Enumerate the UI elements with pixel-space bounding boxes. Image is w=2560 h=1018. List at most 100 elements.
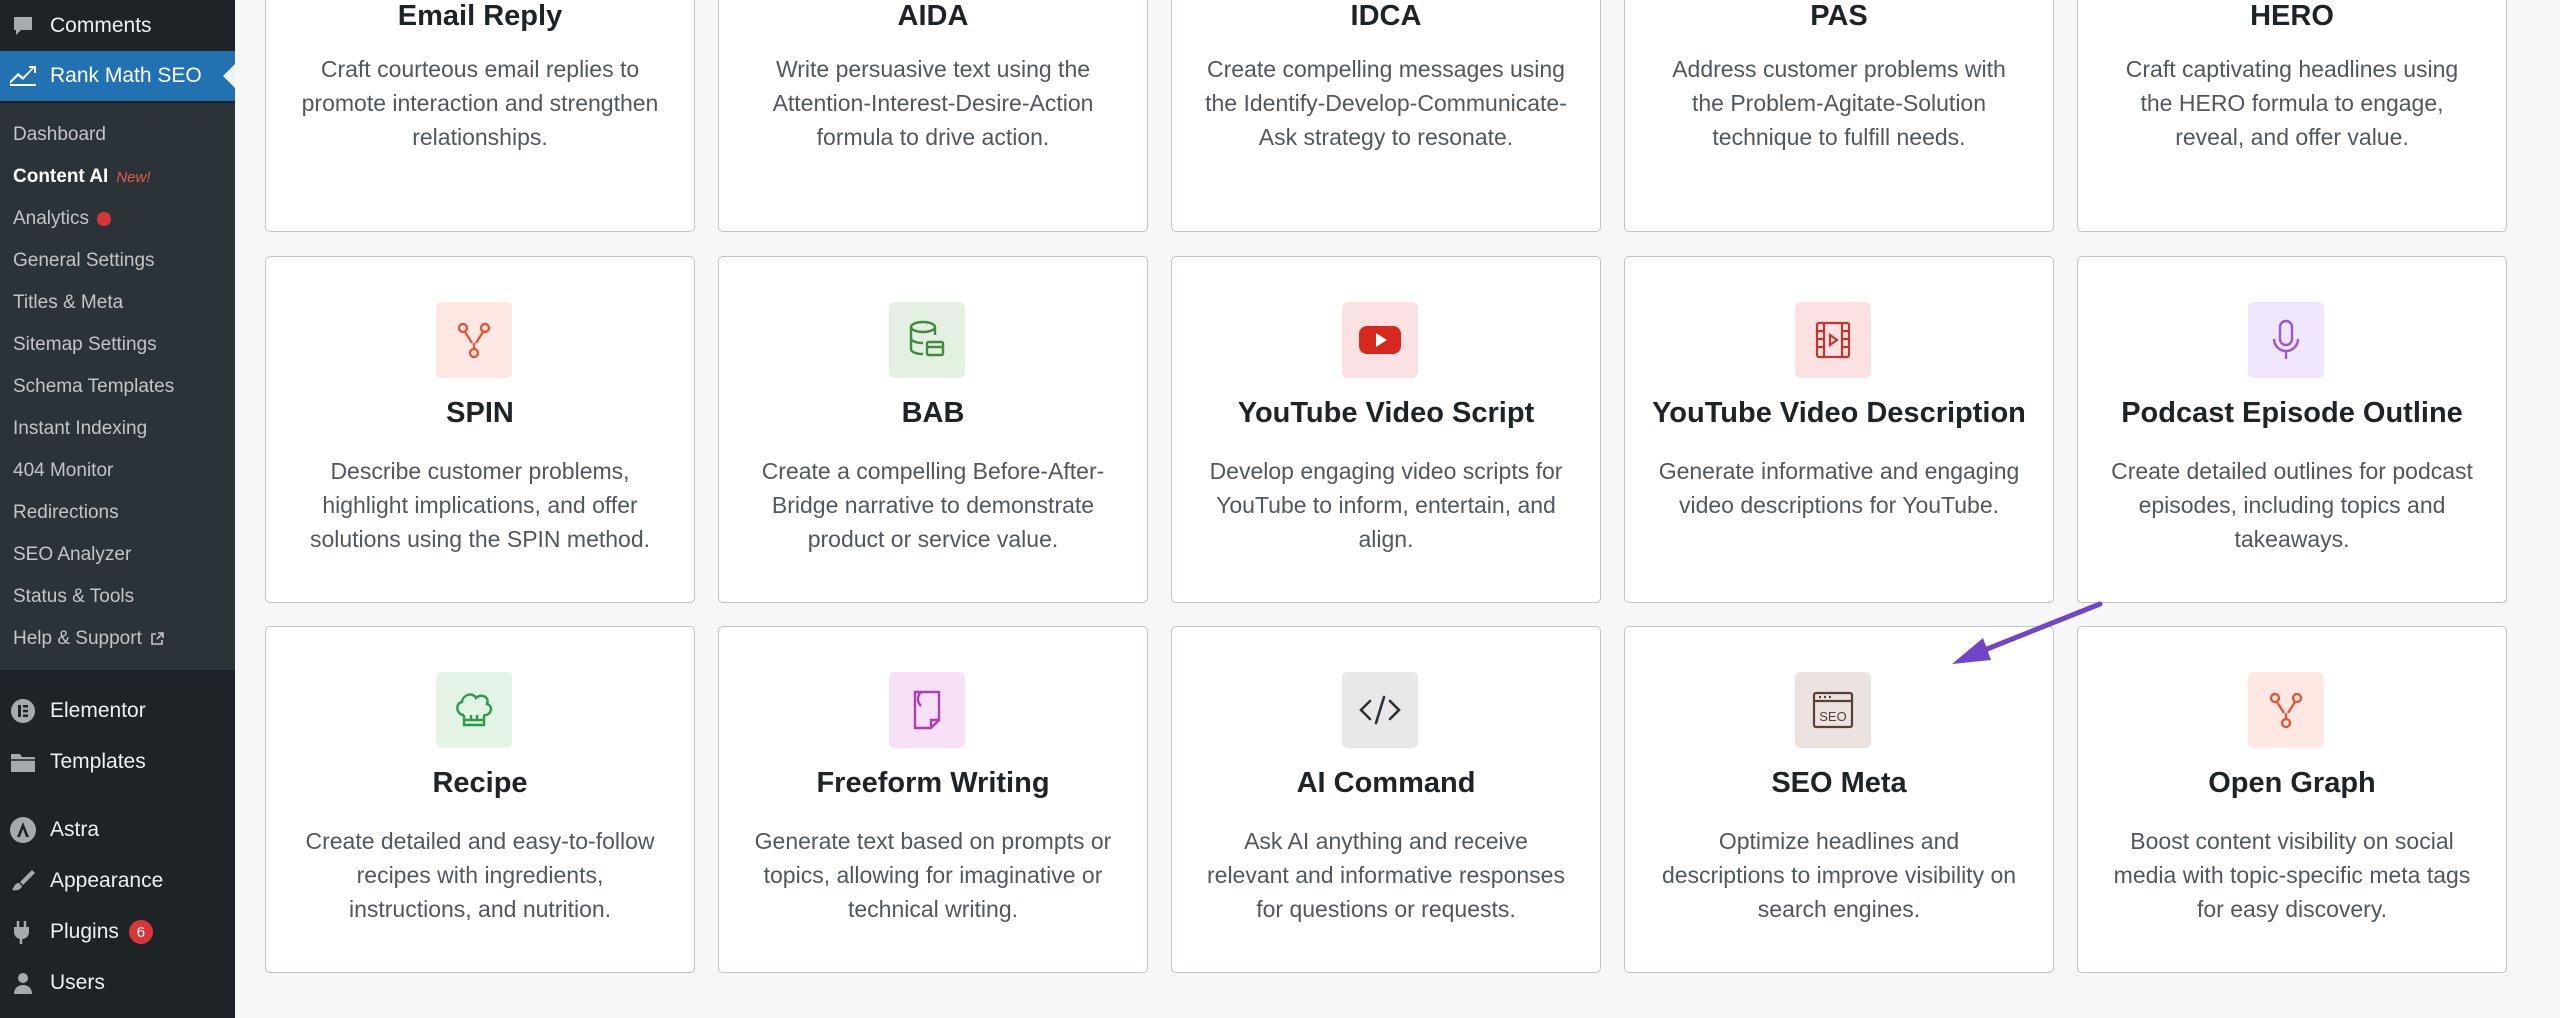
submenu-label: Analytics — [13, 208, 90, 229]
menu-appearance[interactable]: Appearance — [0, 856, 235, 906]
submenu-redirections[interactable]: Redirections — [13, 492, 119, 534]
submenu-label: Instant Indexing — [13, 418, 148, 439]
menu-plugins-label: Plugins — [50, 920, 119, 943]
card-title: SEO Meta — [1771, 767, 1907, 799]
menu-comments[interactable]: Comments — [0, 1, 235, 51]
tool-card-bab[interactable]: BAB Create a compelling Before-After-Bri… — [718, 256, 1148, 603]
menu-rank-math-label: Rank Math SEO — [50, 64, 202, 87]
submenu-label: 404 Monitor — [13, 460, 114, 481]
card-description: Craft courteous email replies to promote… — [301, 56, 659, 150]
menu-users-label: Users — [50, 971, 105, 994]
card-title: AI Command — [1296, 767, 1476, 799]
submenu-schema-templates[interactable]: Schema Templates — [13, 366, 174, 408]
tool-card-recipe[interactable]: Recipe Create detailed and easy-to-follo… — [265, 626, 695, 973]
branch-icon — [436, 302, 512, 378]
menu-templates-label: Templates — [50, 750, 146, 773]
rank-math-icon — [6, 59, 40, 93]
card-description: Develop engaging video scripts for YouTu… — [1209, 458, 1563, 552]
tool-card-ai-command[interactable]: AI Command Ask AI anything and receive r… — [1171, 626, 1601, 973]
tool-card-idca[interactable]: IDCA Create compelling messages using th… — [1171, 0, 1601, 232]
submenu-help-support[interactable]: Help & Support — [13, 618, 164, 660]
rank-math-submenu: Dashboard Content AI New! Analytics Gener… — [0, 103, 235, 670]
seo-icon-text: SEO — [1819, 709, 1846, 724]
card-title: SPIN — [446, 397, 514, 429]
card-title: Podcast Episode Outline — [2121, 397, 2463, 429]
card-title: HERO — [2250, 0, 2334, 32]
menu-astra-label: Astra — [50, 818, 100, 841]
submenu-label: Redirections — [13, 502, 119, 523]
menu-rank-math-seo[interactable]: Rank Math SEO — [0, 51, 235, 101]
submenu-status-tools[interactable]: Status & Tools — [13, 576, 134, 618]
submenu-seo-analyzer[interactable]: SEO Analyzer — [13, 534, 131, 576]
submenu-label: Status & Tools — [13, 586, 135, 607]
youtube-icon — [1342, 302, 1418, 378]
admin-sidebar: Comments Rank Math SEO Dashboard Content… — [0, 0, 235, 1018]
card-title: Freeform Writing — [816, 767, 1050, 799]
document-icon — [889, 672, 965, 748]
card-title: YouTube Video Script — [1237, 397, 1535, 429]
seo-icon: SEO — [1795, 672, 1871, 748]
tool-card-youtube-video-script[interactable]: YouTube Video Script Develop engaging vi… — [1171, 256, 1601, 603]
tool-card-spin[interactable]: SPIN Describe customer problems, highlig… — [265, 256, 695, 603]
tool-card-hero[interactable]: HERO Craft captivating headlines using t… — [2077, 0, 2507, 232]
submenu-sitemap-settings[interactable]: Sitemap Settings — [13, 324, 157, 366]
external-link-icon — [150, 632, 164, 646]
card-description: Create detailed outlines for podcast epi… — [2111, 458, 2473, 552]
submenu-label: Help & Support — [13, 628, 142, 649]
user-icon — [6, 966, 40, 1000]
menu-templates[interactable]: Templates — [0, 737, 235, 787]
tool-card-aida[interactable]: AIDA Write persuasive text using the Att… — [718, 0, 1148, 232]
card-title: Open Graph — [2208, 767, 2376, 799]
submenu-label: General Settings — [13, 250, 155, 271]
submenu-dashboard[interactable]: Dashboard — [13, 114, 106, 156]
astra-icon — [6, 813, 40, 847]
card-title: YouTube Video Description — [1652, 397, 2026, 429]
submenu-label: Titles & Meta — [13, 292, 124, 313]
submenu-404-monitor[interactable]: 404 Monitor — [13, 450, 113, 492]
microphone-icon — [2248, 302, 2324, 378]
folder-icon — [6, 745, 40, 779]
submenu-titles-meta[interactable]: Titles & Meta — [13, 282, 123, 324]
menu-comments-label: Comments — [50, 14, 152, 37]
plug-icon — [6, 915, 40, 949]
submenu-content-ai[interactable]: Content AI New! — [13, 156, 151, 198]
submenu-label: Dashboard — [13, 124, 106, 145]
new-tag: New! — [116, 168, 151, 186]
submenu-label: Content AI — [13, 166, 109, 187]
card-description: Write persuasive text using the Attentio… — [772, 56, 1094, 150]
card-description: Generate text based on prompts or topics… — [754, 828, 1112, 922]
film-icon — [1795, 302, 1871, 378]
card-description: Ask AI anything and receive relevant and… — [1207, 828, 1565, 922]
card-title: Recipe — [432, 767, 528, 799]
card-description: Describe customer problems, highlight im… — [309, 458, 651, 552]
card-description: Create a compelling Before-After-Bridge … — [761, 458, 1105, 552]
tool-card-open-graph[interactable]: Open Graph Boost content visibility on s… — [2077, 626, 2507, 973]
submenu-analytics[interactable]: Analytics — [13, 198, 112, 240]
menu-elementor-label: Elementor — [50, 699, 146, 722]
submenu-general-settings[interactable]: General Settings — [13, 240, 155, 282]
menu-astra[interactable]: Astra — [0, 805, 235, 855]
branch-icon — [2248, 672, 2324, 748]
tool-card-pas[interactable]: PAS Address customer problems with the P… — [1624, 0, 2054, 232]
card-description: Create compelling messages using the Ide… — [1205, 56, 1567, 150]
tool-card-podcast-episode-outline[interactable]: Podcast Episode Outline Create detailed … — [2077, 256, 2507, 603]
tool-card-youtube-video-description[interactable]: YouTube Video Description Generate infor… — [1624, 256, 2054, 603]
card-title: PAS — [1810, 0, 1868, 32]
card-title: Email Reply — [397, 0, 563, 32]
tool-card-freeform-writing[interactable]: Freeform Writing Generate text based on … — [718, 626, 1148, 973]
paintbrush-icon — [6, 864, 40, 898]
tool-card-email-reply[interactable]: Email Reply Craft courteous email replie… — [265, 0, 695, 232]
chef-hat-icon — [436, 672, 512, 748]
card-title: AIDA — [897, 0, 969, 32]
card-description: Boost content visibility on social media… — [2113, 828, 2471, 922]
card-description: Address customer problems with the Probl… — [1672, 56, 2006, 150]
menu-appearance-label: Appearance — [50, 869, 164, 892]
submenu-instant-indexing[interactable]: Instant Indexing — [13, 408, 147, 450]
menu-plugins[interactable]: Plugins 6 — [0, 907, 235, 957]
menu-elementor[interactable]: Elementor — [0, 686, 235, 736]
submenu-label: Sitemap Settings — [13, 334, 157, 355]
tool-card-seo-meta[interactable]: SEO SEO Meta Optimize headlines and desc… — [1624, 626, 2054, 973]
card-description: Optimize headlines and descriptions to i… — [1661, 828, 2017, 922]
card-title: IDCA — [1350, 0, 1422, 32]
menu-users[interactable]: Users — [0, 958, 235, 1008]
